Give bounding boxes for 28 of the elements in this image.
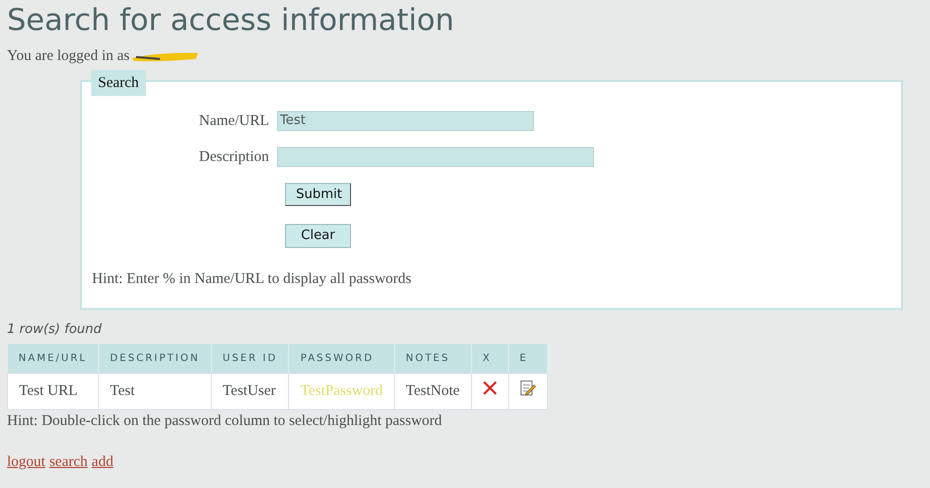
page-title: Search for access information bbox=[7, 4, 456, 37]
column-header: PASSWORD bbox=[288, 344, 394, 373]
submit-button[interactable]: Submit bbox=[285, 182, 351, 206]
column-header: X bbox=[471, 344, 508, 373]
column-header: E bbox=[508, 344, 548, 373]
hint-text: Hint: Double-click on the password column to select/highlight password bbox=[7, 412, 443, 431]
table-cell: TestNote bbox=[394, 373, 472, 410]
column-header: NOTES bbox=[394, 344, 472, 373]
input-field[interactable] bbox=[277, 147, 594, 168]
input-field[interactable]: Test bbox=[277, 110, 534, 131]
table-cell: TestUser bbox=[211, 373, 289, 410]
table-cell: Test bbox=[98, 373, 212, 410]
nav-link[interactable]: logout bbox=[7, 454, 46, 470]
table-cell: Test URL bbox=[8, 373, 98, 410]
clear-button[interactable]: Clear bbox=[285, 224, 351, 248]
hint-text: Hint: Enter % in Name/URL to display all passwords bbox=[92, 270, 412, 288]
field-label: Name/URL bbox=[198, 112, 270, 130]
column-header: DESCRIPTION bbox=[98, 344, 212, 373]
panel-legend: Search bbox=[91, 70, 146, 96]
login-status: You are logged in as bbox=[7, 47, 130, 66]
column-header: NAME/URL bbox=[8, 344, 98, 373]
field-label: Description bbox=[198, 148, 270, 167]
delete-icon[interactable] bbox=[482, 381, 497, 395]
column-header: USER ID bbox=[211, 344, 289, 373]
result-count: 1 row(s) found bbox=[7, 321, 103, 339]
nav-link[interactable]: search bbox=[49, 454, 88, 470]
nav-link[interactable]: add bbox=[92, 454, 114, 470]
edit-icon[interactable] bbox=[520, 380, 536, 396]
